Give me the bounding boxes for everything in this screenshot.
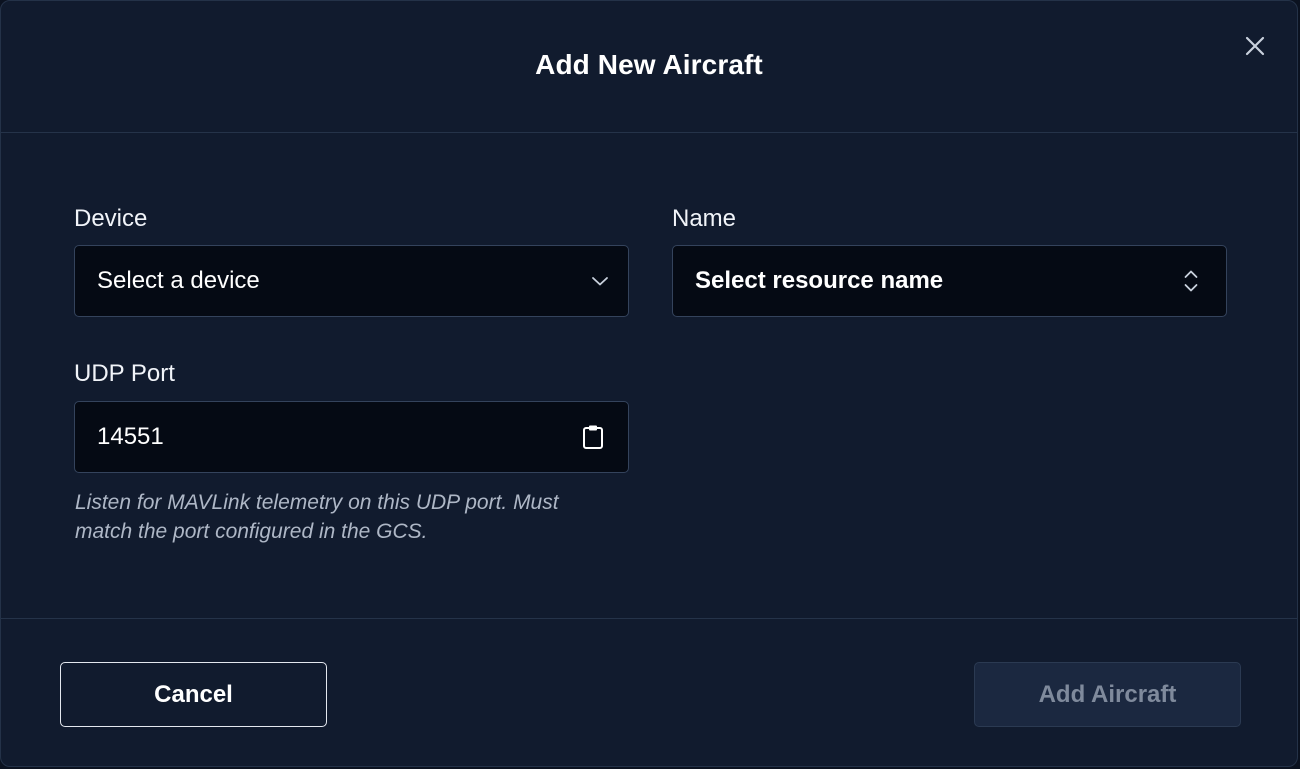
clipboard-icon[interactable] — [580, 424, 606, 450]
add-aircraft-dialog: Add New Aircraft Device Select a device … — [0, 0, 1298, 767]
dialog-title: Add New Aircraft — [535, 49, 763, 80]
name-label: Name — [672, 205, 737, 232]
dialog-header: Add New Aircraft — [1, 1, 1297, 133]
name-select[interactable]: Select resource name — [672, 245, 1227, 317]
up-down-chevron-icon — [1178, 268, 1204, 294]
udp-port-label: UDP Port — [74, 360, 175, 387]
udp-port-help-text: Listen for MAVLink telemetry on this UDP… — [75, 491, 559, 543]
cancel-button[interactable]: Cancel — [60, 662, 327, 727]
chevron-down-icon — [587, 268, 613, 294]
name-select-value: Select resource name — [695, 267, 944, 294]
udp-port-input[interactable]: 14551 — [74, 401, 629, 473]
device-select-value: Select a device — [97, 267, 260, 294]
close-icon — [1245, 36, 1265, 56]
footer-divider — [1, 618, 1297, 619]
close-button[interactable] — [1241, 32, 1269, 60]
device-select[interactable]: Select a device — [74, 245, 629, 317]
device-label: Device — [74, 205, 148, 232]
add-aircraft-button[interactable]: Add Aircraft — [974, 662, 1241, 727]
udp-port-value: 14551 — [97, 423, 164, 450]
